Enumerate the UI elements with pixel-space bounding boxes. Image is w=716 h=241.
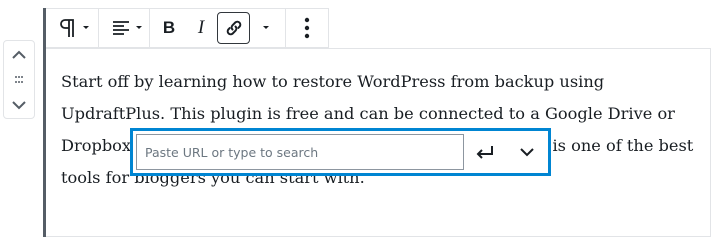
- chevron-down-icon: [12, 100, 26, 109]
- drag-handle-icon: [15, 75, 23, 83]
- options-group: [286, 9, 328, 47]
- block-type-group: [46, 9, 99, 47]
- format-group: B I: [150, 9, 286, 47]
- apply-link-button[interactable]: [464, 131, 506, 173]
- link-icon: [226, 20, 241, 36]
- drag-handle[interactable]: [7, 71, 31, 89]
- block-toolbar: B I: [46, 8, 329, 48]
- align-left-icon: [113, 21, 142, 35]
- more-options-button[interactable]: [289, 12, 325, 44]
- enter-return-icon: [476, 146, 494, 159]
- url-input[interactable]: [136, 134, 465, 170]
- link-settings-toggle[interactable]: [506, 131, 548, 173]
- block-mover: [3, 40, 35, 119]
- link-button[interactable]: [217, 12, 250, 44]
- align-button[interactable]: [102, 12, 146, 44]
- more-options-icon: [304, 17, 310, 39]
- link-popover: [130, 128, 551, 176]
- dropdown-caret-icon: [83, 26, 89, 29]
- italic-icon: I: [197, 17, 205, 38]
- paragraph-icon: [60, 19, 89, 37]
- bold-icon: B: [162, 18, 176, 37]
- dropdown-caret-icon: [263, 26, 269, 29]
- bold-button[interactable]: B: [153, 12, 185, 44]
- alignment-group: [99, 9, 150, 47]
- chevron-down-icon: [520, 148, 534, 157]
- move-down-button[interactable]: [7, 96, 31, 114]
- chevron-up-icon: [12, 50, 26, 59]
- more-formats-button[interactable]: [250, 12, 282, 44]
- move-up-button[interactable]: [7, 45, 31, 63]
- italic-button[interactable]: I: [185, 12, 217, 44]
- change-block-type-button[interactable]: [49, 12, 95, 44]
- dropdown-caret-icon: [136, 26, 142, 29]
